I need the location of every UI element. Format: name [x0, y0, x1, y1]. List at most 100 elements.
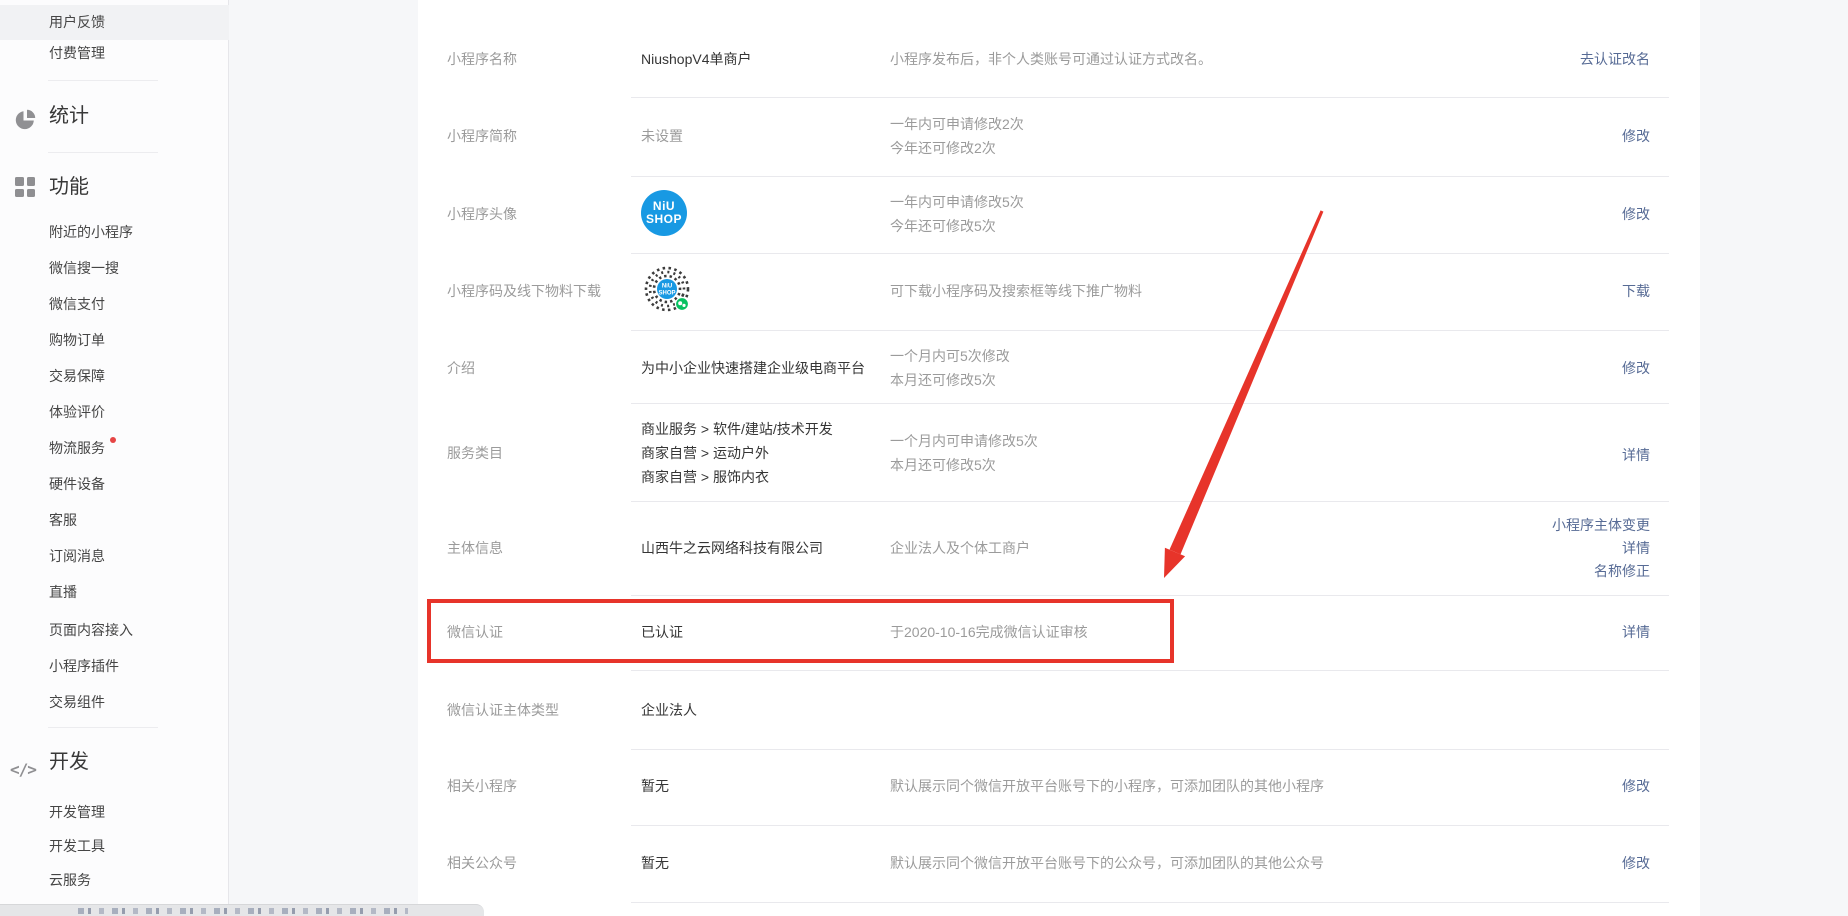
row-label: 微信认证 — [447, 622, 503, 642]
sidebar-item-subscription-messages[interactable]: 订阅消息 — [0, 538, 229, 574]
row-description-line2: 本月还可修改5次 — [890, 455, 996, 475]
row-divider — [631, 97, 1669, 98]
sidebar-item-miniprogram-plugins[interactable]: 小程序插件 — [0, 648, 229, 684]
row-description-line1: 一个月内可申请修改5次 — [890, 431, 1038, 451]
miniprogram-code-image: NiU SHOP — [644, 266, 690, 312]
service-category-line1: 商业服务 > 软件/建站/技术开发 — [641, 419, 833, 439]
details-link[interactable]: 详情 — [1622, 538, 1650, 558]
pie-chart-icon — [14, 105, 36, 127]
row-description-line1: 一个月内可5次修改 — [890, 346, 1010, 366]
sidebar-item-user-feedback[interactable]: 用户反馈 — [0, 5, 229, 40]
sidebar-item-live-streaming[interactable]: 直播 — [0, 574, 229, 610]
row-divider — [631, 403, 1669, 404]
service-category-line2: 商家自营 > 运动户外 — [641, 443, 769, 463]
sidebar-section-develop[interactable]: </> 开发 — [0, 742, 229, 782]
avatar-text-line2: SHOP — [641, 213, 687, 226]
sidebar-item-logistics-service[interactable]: 物流服务 — [0, 430, 229, 466]
sidebar-item-label: 客服 — [49, 512, 77, 528]
row-description-line1: 一年内可申请修改2次 — [890, 114, 1024, 134]
sidebar-item-label: 用户反馈 — [49, 14, 105, 30]
grid-icon — [15, 177, 35, 197]
row-label: 小程序头像 — [447, 204, 517, 224]
sidebar-item-transaction-guarantee[interactable]: 交易保障 — [0, 358, 229, 394]
download-link[interactable]: 下载 — [1622, 281, 1650, 301]
row-description-line1: 一年内可申请修改5次 — [890, 192, 1024, 212]
sidebar-item-label: 开发管理 — [49, 804, 105, 820]
row-divider — [631, 501, 1669, 502]
sidebar-item-dev-tools[interactable]: 开发工具 — [0, 828, 229, 864]
sidebar-item-label: 交易保障 — [49, 368, 105, 384]
sidebar: 用户反馈 付费管理 统计 功能 附近的小程序 微信搜一搜 微信支付 购物订单 交… — [0, 0, 229, 916]
row-label: 相关小程序 — [447, 776, 517, 796]
sidebar-item-paid-management[interactable]: 付费管理 — [0, 36, 229, 70]
sidebar-item-cloud-services[interactable]: 云服务 — [0, 862, 229, 898]
row-divider — [631, 825, 1669, 826]
sidebar-divider — [48, 152, 158, 153]
row-divider — [631, 176, 1669, 177]
row-divider — [631, 253, 1669, 254]
sidebar-section-statistics[interactable]: 统计 — [0, 96, 229, 136]
row-description-line2: 本月还可修改5次 — [890, 370, 996, 390]
row-divider — [631, 330, 1669, 331]
sidebar-item-transaction-components[interactable]: 交易组件 — [0, 684, 229, 720]
row-label: 小程序码及线下物料下载 — [447, 281, 601, 301]
details-link[interactable]: 详情 — [1622, 622, 1650, 642]
wechat-miniprogram-settings-page: { "colors": { "link_blue": "#576b95", "a… — [0, 0, 1848, 916]
row-label: 服务类目 — [447, 443, 503, 463]
settings-card: 小程序名称 NiushopV4单商户 小程序发布后，非个人类账号可通过认证方式改… — [418, 0, 1700, 916]
verify-rename-link[interactable]: 去认证改名 — [1580, 49, 1650, 69]
sidebar-item-shopping-orders[interactable]: 购物订单 — [0, 322, 229, 358]
sidebar-item-label: 订阅消息 — [49, 548, 105, 564]
row-description: 默认展示同个微信开放平台账号下的小程序，可添加团队的其他小程序 — [890, 776, 1324, 796]
sidebar-section-label: 开发 — [49, 742, 89, 782]
subject-name-value: 山西牛之云网络科技有限公司 — [641, 538, 823, 558]
sidebar-divider — [48, 727, 158, 728]
modify-link[interactable]: 修改 — [1622, 204, 1650, 224]
related-official-accounts-value: 暂无 — [641, 853, 669, 873]
sidebar-item-label: 硬件设备 — [49, 476, 105, 492]
modify-link[interactable]: 修改 — [1622, 776, 1650, 796]
sidebar-item-nearby-miniprograms[interactable]: 附近的小程序 — [0, 214, 229, 250]
row-label: 主体信息 — [447, 538, 503, 558]
sidebar-item-wechat-search[interactable]: 微信搜一搜 — [0, 250, 229, 286]
row-divider — [631, 902, 1669, 903]
status-bar — [0, 904, 484, 916]
sidebar-item-customer-service[interactable]: 客服 — [0, 502, 229, 538]
subject-change-link[interactable]: 小程序主体变更 — [1552, 515, 1650, 535]
row-divider — [631, 749, 1669, 750]
row-description-line2: 今年还可修改5次 — [890, 216, 996, 236]
sidebar-item-label: 付费管理 — [49, 45, 105, 61]
sidebar-item-label: 体验评价 — [49, 404, 105, 420]
row-label: 小程序名称 — [447, 49, 517, 69]
sidebar-section-features[interactable]: 功能 — [0, 167, 229, 207]
sidebar-item-dev-management[interactable]: 开发管理 — [0, 794, 229, 830]
row-divider — [631, 670, 1669, 671]
sidebar-item-hardware-devices[interactable]: 硬件设备 — [0, 466, 229, 502]
name-correction-link[interactable]: 名称修正 — [1594, 561, 1650, 581]
subject-type-value: 企业法人 — [641, 700, 697, 720]
row-description: 企业法人及个体工商户 — [890, 538, 1030, 558]
miniprogram-name-value: NiushopV4单商户 — [641, 49, 752, 69]
row-label: 小程序简称 — [447, 126, 517, 146]
sidebar-item-wechat-pay[interactable]: 微信支付 — [0, 286, 229, 322]
sidebar-item-label: 页面内容接入 — [49, 622, 133, 638]
modify-link[interactable]: 修改 — [1622, 358, 1650, 378]
sidebar-item-experience-review[interactable]: 体验评价 — [0, 394, 229, 430]
sidebar-item-page-content-access[interactable]: 页面内容接入 — [0, 612, 229, 648]
row-divider — [631, 595, 1669, 596]
new-badge-dot — [110, 437, 116, 443]
sidebar-item-label: 直播 — [49, 584, 77, 600]
status-bar-url-text — [78, 908, 408, 914]
row-description: 于2020-10-16完成微信认证审核 — [890, 622, 1088, 642]
sidebar-section-label: 功能 — [49, 167, 89, 207]
sidebar-item-label: 小程序插件 — [49, 658, 119, 674]
service-category-line3: 商家自营 > 服饰内衣 — [641, 467, 769, 487]
related-miniprograms-value: 暂无 — [641, 776, 669, 796]
modify-link[interactable]: 修改 — [1622, 126, 1650, 146]
verification-status-value: 已认证 — [641, 622, 683, 642]
details-link[interactable]: 详情 — [1622, 445, 1650, 465]
sidebar-divider — [48, 80, 158, 81]
modify-link[interactable]: 修改 — [1622, 853, 1650, 873]
sidebar-item-label: 附近的小程序 — [49, 224, 133, 240]
sidebar-item-label: 云服务 — [49, 872, 91, 888]
